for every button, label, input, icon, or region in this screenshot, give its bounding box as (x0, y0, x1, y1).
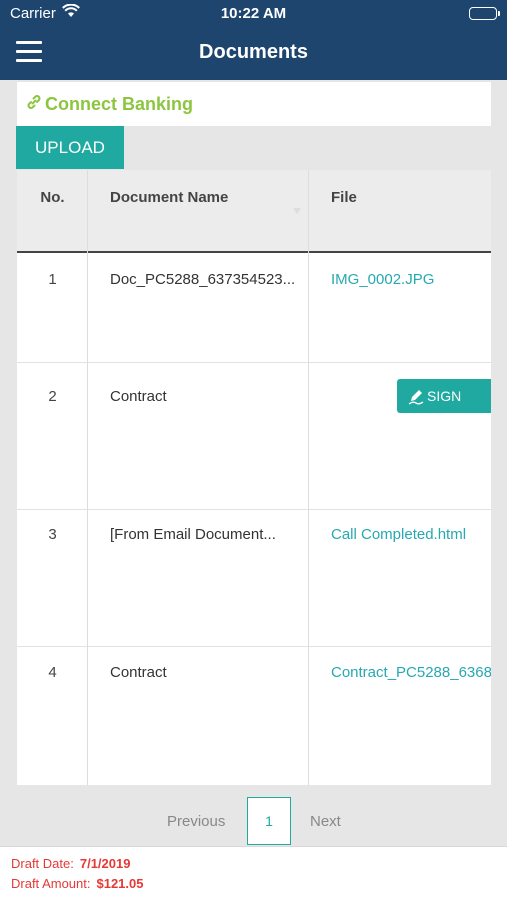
draft-date-label: Draft Date: (11, 856, 74, 871)
draft-date: Draft Date: 7/1/2019 (11, 856, 130, 871)
row-number: 2 (48, 388, 57, 405)
draft-amount-label: Draft Amount: (11, 876, 91, 891)
row-document-name: [From Email Document... (110, 526, 276, 543)
table-row[interactable]: 3 [From Email Document... Call Completed… (17, 510, 491, 647)
pagination: Previous 1 Next (0, 796, 507, 846)
table-header: No. Document Name File (17, 170, 491, 253)
header-file[interactable]: File (309, 170, 491, 251)
draft-amount: Draft Amount: $121.05 (11, 876, 143, 891)
row-number: 4 (48, 664, 57, 681)
connect-banking-label: Connect Banking (45, 94, 194, 114)
row-document-name: Doc_PC5288_637354523... (110, 271, 296, 288)
row-file-link[interactable]: IMG_0002.JPG (309, 253, 491, 288)
column-divider (87, 170, 88, 785)
nav-bar: Documents (0, 28, 507, 80)
upload-button[interactable]: UPLOAD (16, 126, 124, 169)
table-row[interactable]: 2 Contract SIGN (17, 363, 491, 510)
table-row[interactable]: 4 Contract Contract_PC5288_6368 (17, 647, 491, 785)
row-number: 3 (48, 526, 57, 543)
sign-button-label: SIGN (427, 388, 462, 404)
column-divider (308, 170, 309, 785)
draft-date-value: 7/1/2019 (79, 856, 131, 871)
row-document-name: Contract (110, 664, 167, 681)
page-title: Documents (199, 41, 308, 63)
header-no[interactable]: No. (17, 170, 88, 251)
draft-amount-value: $121.05 (96, 876, 144, 891)
sign-button[interactable]: SIGN (397, 379, 491, 413)
next-page-button[interactable]: Next (310, 813, 341, 830)
page-number-button[interactable]: 1 (247, 797, 291, 845)
row-file-link[interactable]: Contract_PC5288_6368 (309, 647, 491, 681)
pen-icon (408, 390, 424, 405)
row-number: 1 (48, 271, 57, 288)
connect-banking-link[interactable]: Connect Banking (25, 93, 193, 116)
row-file-link[interactable]: Call Completed.html (309, 510, 491, 543)
table-row[interactable]: 1 Doc_PC5288_637354523... IMG_0002.JPG (17, 253, 491, 363)
battery-icon (469, 7, 500, 20)
link-icon (25, 93, 45, 116)
draft-footer: Draft Date: 7/1/2019 Draft Amount: $121.05 (0, 846, 507, 900)
header-document-name[interactable]: Document Name (88, 170, 309, 251)
status-bar: Carrier 10:22 AM (0, 0, 507, 28)
clock: 10:22 AM (220, 5, 287, 22)
sort-icon (293, 208, 301, 214)
documents-table: No. Document Name File 1 Doc_PC5288_6373… (17, 170, 491, 785)
row-document-name: Contract (110, 388, 167, 405)
connect-banking-row: Connect Banking (17, 82, 491, 126)
previous-page-button[interactable]: Previous (167, 813, 225, 830)
